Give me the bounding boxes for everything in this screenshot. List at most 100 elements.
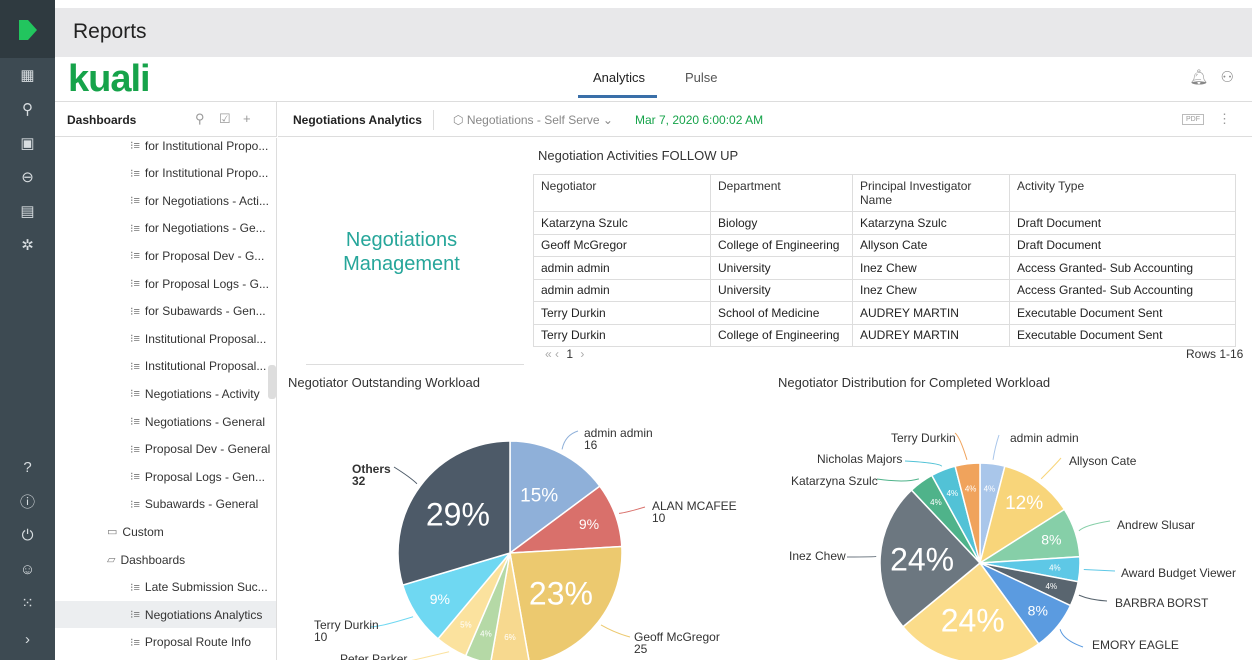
slice-percent-label: 29% <box>426 496 490 532</box>
gear-icon[interactable]: ✲ <box>0 230 55 260</box>
table-row[interactable]: Geoff McGregor College of Engineering Ally… <box>533 234 1236 257</box>
sidebar-item-label: for Proposal Logs - G... <box>144 276 269 291</box>
sidebar-item-report[interactable]: ⁝≡ Subawards - General <box>55 491 276 518</box>
sidebar-item-folder[interactable]: ▭ Custom <box>55 518 276 545</box>
table-row[interactable]: Katarzyna Szulc Biology Katarzyna Szulc Dra… <box>533 211 1236 235</box>
sidebar-item-report[interactable]: ⁝≡ Proposal Route Info <box>55 629 276 656</box>
help-icon[interactable]: ? <box>0 452 55 482</box>
sidebar-item-label: Proposal Dev - General <box>144 442 271 457</box>
table-cell: Katarzyna Szulc <box>852 211 1010 235</box>
bell-icon[interactable]: 🔔︎ <box>1189 69 1208 86</box>
apps-grid-icon[interactable]: ⁙ <box>0 588 55 618</box>
reports-icon[interactable]: ▤ <box>0 196 55 226</box>
report-icon: ⁝≡ <box>130 416 140 428</box>
sidebar-item-report[interactable]: ⁝≡ Proposal Logs - Gen... <box>55 463 276 490</box>
divider <box>306 364 524 365</box>
datasource-select[interactable]: ⬡ Negotiations - Self Serve ⌄ <box>453 113 613 127</box>
report-icon: ⁝≡ <box>130 443 140 456</box>
sidebar-item-label: Proposal Logs - Gen... <box>144 469 265 484</box>
more-options-icon[interactable]: ⋮ <box>1218 111 1231 127</box>
slice-percent-label: 8% <box>1041 532 1061 548</box>
report-icon: ⁝≡ <box>130 195 140 208</box>
pdf-export-button[interactable]: PDF <box>1182 114 1204 125</box>
sidebar-item-report[interactable]: ⁝≡ for Subawards - Gen... <box>55 298 276 325</box>
table-row[interactable]: admin admin University Inez Chew Access Gra… <box>533 256 1236 280</box>
sidebar-item-report[interactable]: ⁝≡ Institutional Proposal... <box>55 325 276 352</box>
table-row[interactable]: Terry Durkin College of Engineering AUDREY… <box>533 324 1236 347</box>
leader-line <box>876 478 920 482</box>
tab-analytics[interactable]: Analytics <box>593 70 645 85</box>
table-cell: School of Medicine <box>710 301 853 325</box>
table-cell: Inez Chew <box>852 279 1010 302</box>
outstanding-pie-chart: 15%admin admin169%ALAN MCAFEE1023%Geoff … <box>314 426 737 660</box>
dashboard-icon[interactable]: ▦ <box>0 60 55 90</box>
divider <box>433 110 434 130</box>
page-number[interactable]: 1 <box>566 347 573 361</box>
slice-name-label: admin admin <box>1010 431 1079 445</box>
dashboard-name: Negotiations Analytics <box>293 113 422 127</box>
sidebar-item-report[interactable]: ⁝≡ for Negotiations - Acti... <box>55 187 276 214</box>
table-cell: Terry Durkin <box>533 301 711 325</box>
slice-name-label: Inez Chew <box>789 549 846 563</box>
leader-line <box>954 432 968 460</box>
report-icon: ⁝≡ <box>130 581 140 594</box>
column-header[interactable]: Principal Investigator Name <box>852 174 1010 212</box>
add-icon[interactable]: + <box>243 111 251 126</box>
sidebar-item-report[interactable]: ⁝≡ for Institutional Propo... <box>55 160 276 187</box>
sidebar-item-report[interactable]: ⁝≡ Negotiations - Activity <box>55 380 276 407</box>
sidebar-item-report[interactable]: ⁝≡ for Institutional Propo... <box>55 138 276 159</box>
info-icon[interactable]: ⓘ <box>0 486 55 516</box>
power-icon[interactable]: ⏻ <box>0 520 55 550</box>
expand-icon[interactable]: › <box>0 624 55 654</box>
search-icon[interactable]: ⚲ <box>0 94 55 124</box>
table-cell: Draft Document <box>1009 211 1236 235</box>
widget-title: Negotiations Management <box>343 229 460 275</box>
report-icon: ⁝≡ <box>130 388 140 401</box>
slice-percent-label: 4% <box>1049 564 1061 573</box>
user-icon[interactable]: ☺ <box>0 554 55 584</box>
prev-page-icon[interactable]: ‹ <box>555 347 559 361</box>
table-cell: Executable Document Sent <box>1009 324 1236 347</box>
slice-percent-label: 5% <box>460 620 472 629</box>
report-icon: ⁝≡ <box>130 609 140 622</box>
sidebar-item-report[interactable]: ⁝≡ Negotiations Analytics <box>55 601 276 629</box>
sidebar-item-report[interactable]: ⁝≡ for Negotiations - Ge... <box>55 215 276 242</box>
select-icon[interactable]: ☑ <box>219 111 231 127</box>
user-icon[interactable]: ⚇ <box>1221 69 1234 86</box>
kuali-logo[interactable] <box>0 0 55 58</box>
column-header[interactable]: Activity Type <box>1009 174 1236 212</box>
table-cell: Draft Document <box>1009 234 1236 257</box>
table-cell: AUDREY MARTIN <box>852 324 1010 347</box>
search-icon[interactable]: ⚲ <box>195 111 205 127</box>
page-title: Reports <box>73 20 147 43</box>
slice-name-label: BARBRA BORST <box>1115 596 1209 610</box>
table-cell: Allyson Cate <box>852 234 1010 257</box>
sidebar-item-folder[interactable]: ▱ Dashboards <box>55 546 276 573</box>
slice-percent-label: 24% <box>941 603 1005 639</box>
sidebar-item-report[interactable]: ⁝≡ for Proposal Dev - G... <box>55 242 276 269</box>
column-header[interactable]: Negotiator <box>533 174 711 212</box>
link-icon[interactable]: ⊖ <box>0 162 55 192</box>
table-cell: admin admin <box>533 256 711 280</box>
slice-value-label: 10 <box>652 511 666 525</box>
slice-percent-label: 15% <box>520 486 558 507</box>
sidebar-item-report[interactable]: ⁝≡ for Proposal Logs - G... <box>55 270 276 297</box>
sidebar-item-report[interactable]: ⁝≡ Late Submission Suc... <box>55 574 276 601</box>
next-page-icon[interactable]: › <box>580 347 584 361</box>
sidebar-item-report[interactable]: ⁝≡ Institutional Proposal... <box>55 353 276 380</box>
sidebar-item-report[interactable]: ⁝≡ Negotiations - General <box>55 408 276 435</box>
scrollbar[interactable] <box>268 365 276 399</box>
report-icon: ⁝≡ <box>130 471 140 484</box>
table-cell: Executable Document Sent <box>1009 301 1236 325</box>
dashboards-tree: ⁝≡ for Institutional Propo... ⁝≡ for Instit… <box>55 138 277 660</box>
first-page-icon[interactable]: « <box>545 347 552 361</box>
table-row[interactable]: admin admin University Inez Chew Access Gra… <box>533 279 1236 302</box>
clipboard-icon[interactable]: ▣ <box>0 128 55 158</box>
sidebar-item-report[interactable]: ⁝≡ Proposal Dev - General <box>55 436 276 463</box>
table-row[interactable]: Terry Durkin School of Medicine AUDREY MAR… <box>533 301 1236 325</box>
sidebar-item-label: Institutional Proposal... <box>144 359 267 374</box>
tab-pulse[interactable]: Pulse <box>685 70 718 85</box>
column-header[interactable]: Department <box>710 174 853 212</box>
sidebar-item-label: for Negotiations - Ge... <box>144 221 266 236</box>
sidebar-item-label: Subawards - General <box>144 497 259 512</box>
